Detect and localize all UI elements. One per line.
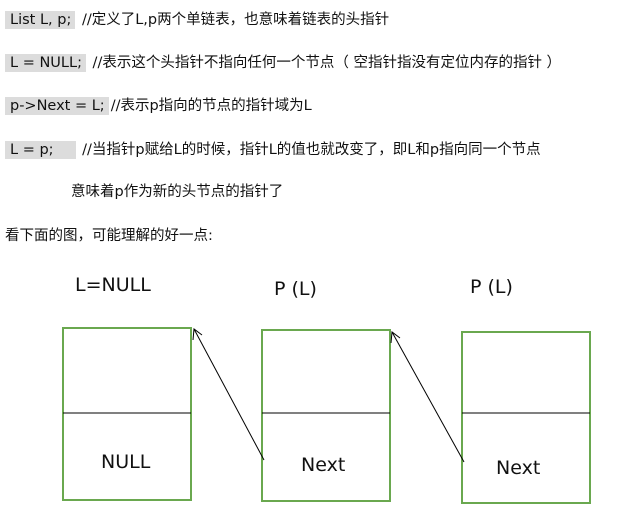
pointer-arrow-1 [193,328,265,461]
node-box-1 [62,327,192,501]
node-field-2: Next [301,454,346,476]
linked-list-diagram [62,327,591,504]
node-field-1: NULL [101,451,151,473]
node-field-3: Next [496,457,541,479]
pointer-arrow-2 [391,331,465,463]
